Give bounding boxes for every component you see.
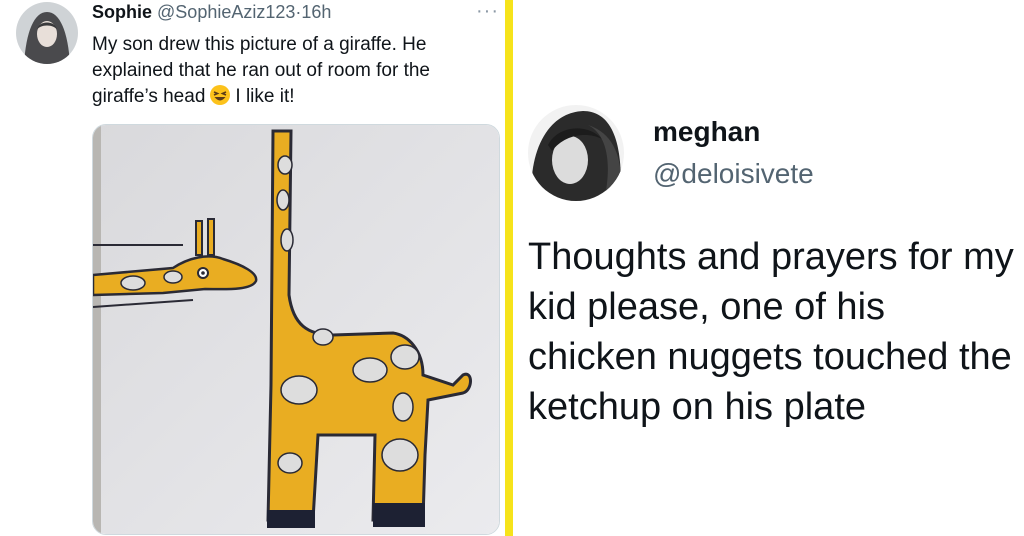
timestamp[interactable]: 16h [301, 2, 331, 22]
tweet-text: Thoughts and prayers for my kid please, … [528, 236, 1014, 428]
avatar[interactable] [528, 105, 624, 201]
display-name[interactable]: meghan [653, 116, 760, 148]
more-options-icon[interactable]: ··· [476, 0, 499, 23]
yellow-divider [505, 0, 513, 536]
user-handle[interactable]: @deloisivete [653, 158, 814, 190]
profile-photo-sophie [16, 2, 78, 64]
user-handle[interactable]: @SophieAziz123 [157, 2, 295, 22]
display-name[interactable]: Sophie [92, 2, 152, 22]
grinning-squinting-face-icon [209, 84, 231, 114]
giraffe-drawing-image[interactable] [92, 124, 500, 535]
tweet-header: Sophie @SophieAziz123·16h [92, 2, 331, 23]
avatar[interactable] [16, 2, 78, 64]
right-tweet: meghan @deloisivete Thoughts and prayers… [513, 0, 1024, 536]
tweet-text-end: I like it! [235, 86, 295, 107]
left-tweet: Sophie @SophieAziz123·16h ··· My son dre… [0, 0, 505, 536]
profile-photo-meghan [528, 105, 624, 201]
tweet-text: My son drew this picture of a giraffe. H… [92, 32, 497, 114]
